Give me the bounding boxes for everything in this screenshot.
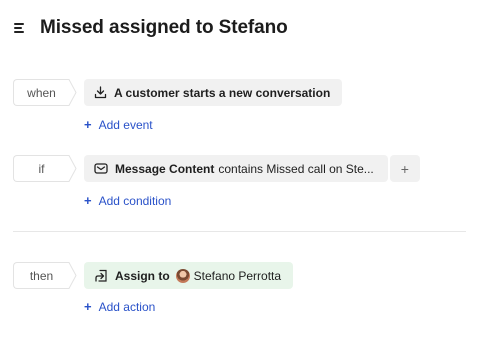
avatar <box>175 268 190 283</box>
assignee-name: Stefano Perrotta <box>193 268 282 283</box>
tag-arrow-icon <box>68 79 77 106</box>
assign-icon <box>94 269 108 282</box>
condition-text: contains Missed call on Ste... <box>218 161 374 176</box>
message-icon <box>94 162 108 175</box>
plus-icon: + <box>84 193 92 208</box>
then-row: then Assign to Stefano Perrotta <box>13 262 294 289</box>
add-condition-label: Add condition <box>98 193 172 208</box>
menu-icon[interactable] <box>14 23 26 33</box>
plus-icon: + <box>400 160 409 177</box>
plus-icon: + <box>84 299 92 314</box>
when-tag-label: when <box>27 85 56 100</box>
if-tag: if <box>13 155 77 182</box>
when-tag: when <box>13 79 77 106</box>
plus-icon: + <box>84 117 92 132</box>
when-row: when A customer starts a new conversatio… <box>13 79 343 106</box>
trigger-event-label: A customer starts a new conversation <box>114 85 331 100</box>
action-label: Assign to <box>115 268 170 283</box>
action-chip[interactable]: Assign to Stefano Perrotta <box>84 262 294 289</box>
condition-field: Message Content <box>115 161 215 176</box>
divider <box>13 231 466 232</box>
then-tag-label: then <box>29 268 54 283</box>
add-action-link[interactable]: + Add action <box>84 299 155 314</box>
if-tag-label: if <box>38 161 45 176</box>
add-condition-plus-button[interactable]: + <box>389 155 420 182</box>
add-event-link[interactable]: + Add event <box>84 117 153 132</box>
if-row: if Message Content contains Missed call … <box>13 155 420 182</box>
tag-arrow-icon <box>68 262 77 289</box>
tag-arrow-icon <box>68 155 77 182</box>
add-condition-link[interactable]: + Add condition <box>84 193 171 208</box>
header: Missed assigned to Stefano <box>14 17 288 39</box>
trigger-event-chip[interactable]: A customer starts a new conversation <box>84 79 343 106</box>
download-icon <box>94 86 107 99</box>
condition-chip[interactable]: Message Content contains Missed call on … <box>84 155 388 182</box>
add-action-label: Add action <box>98 299 156 314</box>
add-event-label: Add event <box>98 117 153 132</box>
then-tag: then <box>13 262 77 289</box>
page-title: Missed assigned to Stefano <box>40 17 288 38</box>
